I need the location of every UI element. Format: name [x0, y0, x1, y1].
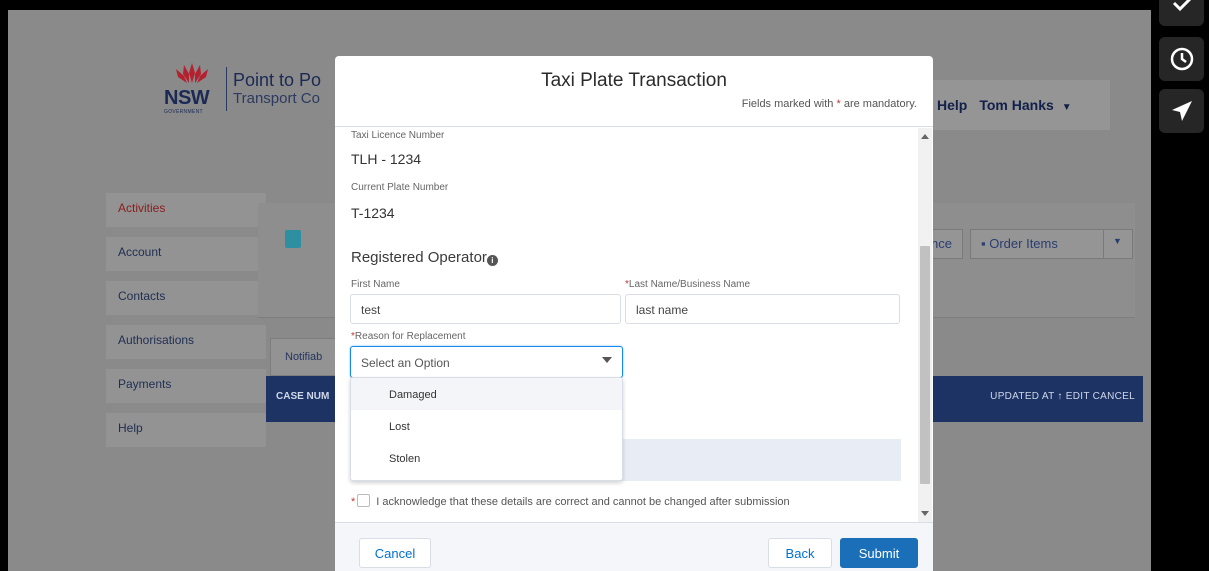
nsw-waratah-icon: NSW GOVERNMENT — [162, 59, 222, 119]
chevron-down-icon: ▼ — [1061, 102, 1072, 113]
acknowledge-checkbox[interactable] — [357, 494, 371, 507]
registered-operator-heading: Registered Operator i — [351, 249, 498, 266]
bullet-icon: ▪ — [981, 236, 990, 251]
user-menu[interactable]: Tom Hanks ▼ — [979, 97, 1071, 113]
user-name: Tom Hanks — [979, 97, 1054, 113]
first-name-label: First Name — [351, 279, 400, 290]
reason-select-value: Select an Option — [361, 356, 450, 370]
modal-scrollbar[interactable] — [918, 128, 932, 522]
sidebar-item-contacts[interactable]: Contacts — [106, 281, 266, 315]
back-button[interactable]: Back — [768, 538, 832, 568]
scroll-thumb[interactable] — [920, 246, 930, 484]
option-lost[interactable]: Lost — [351, 410, 622, 442]
top-nav: Help Tom Hanks ▼ — [925, 80, 1110, 130]
option-stolen[interactable]: Stolen — [351, 442, 622, 474]
last-name-label-text: Last Name/Business Name — [628, 279, 751, 290]
licence-label: Taxi Licence Number — [351, 130, 445, 141]
reason-label-text: Reason for Replacement — [354, 331, 466, 342]
modal-footer: Cancel Back Submit — [335, 522, 933, 571]
modal-title: Taxi Plate Transaction — [541, 70, 727, 91]
required-star: * — [351, 496, 356, 508]
more-actions-button[interactable]: ▼ — [1103, 229, 1133, 259]
acknowledge-row: * I acknowledge that these details are co… — [351, 494, 851, 511]
order-items-label: Order Items — [989, 236, 1058, 251]
logo-title: Point to Po — [233, 70, 322, 90]
last-name-label: *Last Name/Business Name — [625, 279, 750, 290]
cancel-button[interactable]: Cancel — [359, 538, 431, 568]
mandatory-note: Fields marked with * are mandatory. — [742, 98, 917, 110]
send-icon — [1171, 101, 1192, 121]
rail-send-button[interactable] — [1159, 89, 1204, 133]
document-icon — [285, 230, 301, 248]
sidebar-item-authorisations[interactable]: Authorisations — [106, 325, 266, 359]
sidebar-item-payments[interactable]: Payments — [106, 369, 266, 403]
reason-label: *Reason for Replacement — [351, 331, 466, 342]
order-items-button[interactable]: ▪ Order Items — [970, 229, 1104, 259]
clock-icon — [1170, 47, 1193, 71]
mandatory-note-post: are mandatory. — [840, 98, 917, 110]
scroll-up-icon[interactable] — [921, 134, 929, 139]
registered-operator-title: Registered Operator — [351, 249, 487, 266]
option-damaged[interactable]: Damaged — [351, 378, 622, 410]
table-actions-headers: UPDATED AT ↑ EDIT CANCEL — [990, 391, 1135, 402]
scroll-down-icon[interactable] — [921, 511, 929, 516]
licence-value: TLH - 1234 — [351, 151, 422, 167]
reason-select[interactable]: Select an Option — [350, 346, 623, 378]
government-wordmark: GOVERNMENT — [164, 109, 203, 115]
last-name-input[interactable]: last name — [625, 294, 900, 324]
first-name-input[interactable]: test — [350, 294, 621, 324]
reason-dropdown-menu: Damaged Lost Stolen — [350, 377, 623, 481]
info-icon[interactable]: i — [486, 255, 498, 266]
acknowledge-text: I acknowledge that these details are cor… — [376, 496, 790, 508]
submit-button[interactable]: Submit — [840, 538, 918, 568]
help-link[interactable]: Help — [937, 97, 967, 113]
plate-label: Current Plate Number — [351, 182, 449, 193]
taxi-plate-modal: Taxi Plate Transaction Fields marked wit… — [335, 56, 933, 571]
sidebar-item-account[interactable]: Account — [106, 237, 266, 271]
nsw-wordmark: NSW — [164, 87, 210, 109]
sidebar-item-help[interactable]: Help — [106, 413, 266, 447]
logo-divider — [226, 67, 227, 111]
sidebar: Activities Account Contacts Authorisatio… — [106, 193, 266, 457]
sidebar-item-activities[interactable]: Activities — [106, 193, 266, 227]
chevron-down-icon: ▼ — [1113, 236, 1122, 246]
rail-history-button[interactable] — [1159, 37, 1204, 81]
check-icon — [1172, 0, 1191, 12]
logo-subtitle: Transport Co — [233, 90, 320, 107]
hidden-field-strip — [617, 439, 901, 481]
mandatory-note-pre: Fields marked with — [741, 98, 837, 110]
case-number-header: CASE NUM — [276, 391, 330, 402]
chevron-down-icon — [602, 357, 612, 363]
rail-check-button[interactable] — [1159, 0, 1204, 26]
nsw-logo: NSW GOVERNMENT Point to Po Transport Co — [162, 58, 321, 120]
plate-value: T-1234 — [351, 205, 395, 221]
